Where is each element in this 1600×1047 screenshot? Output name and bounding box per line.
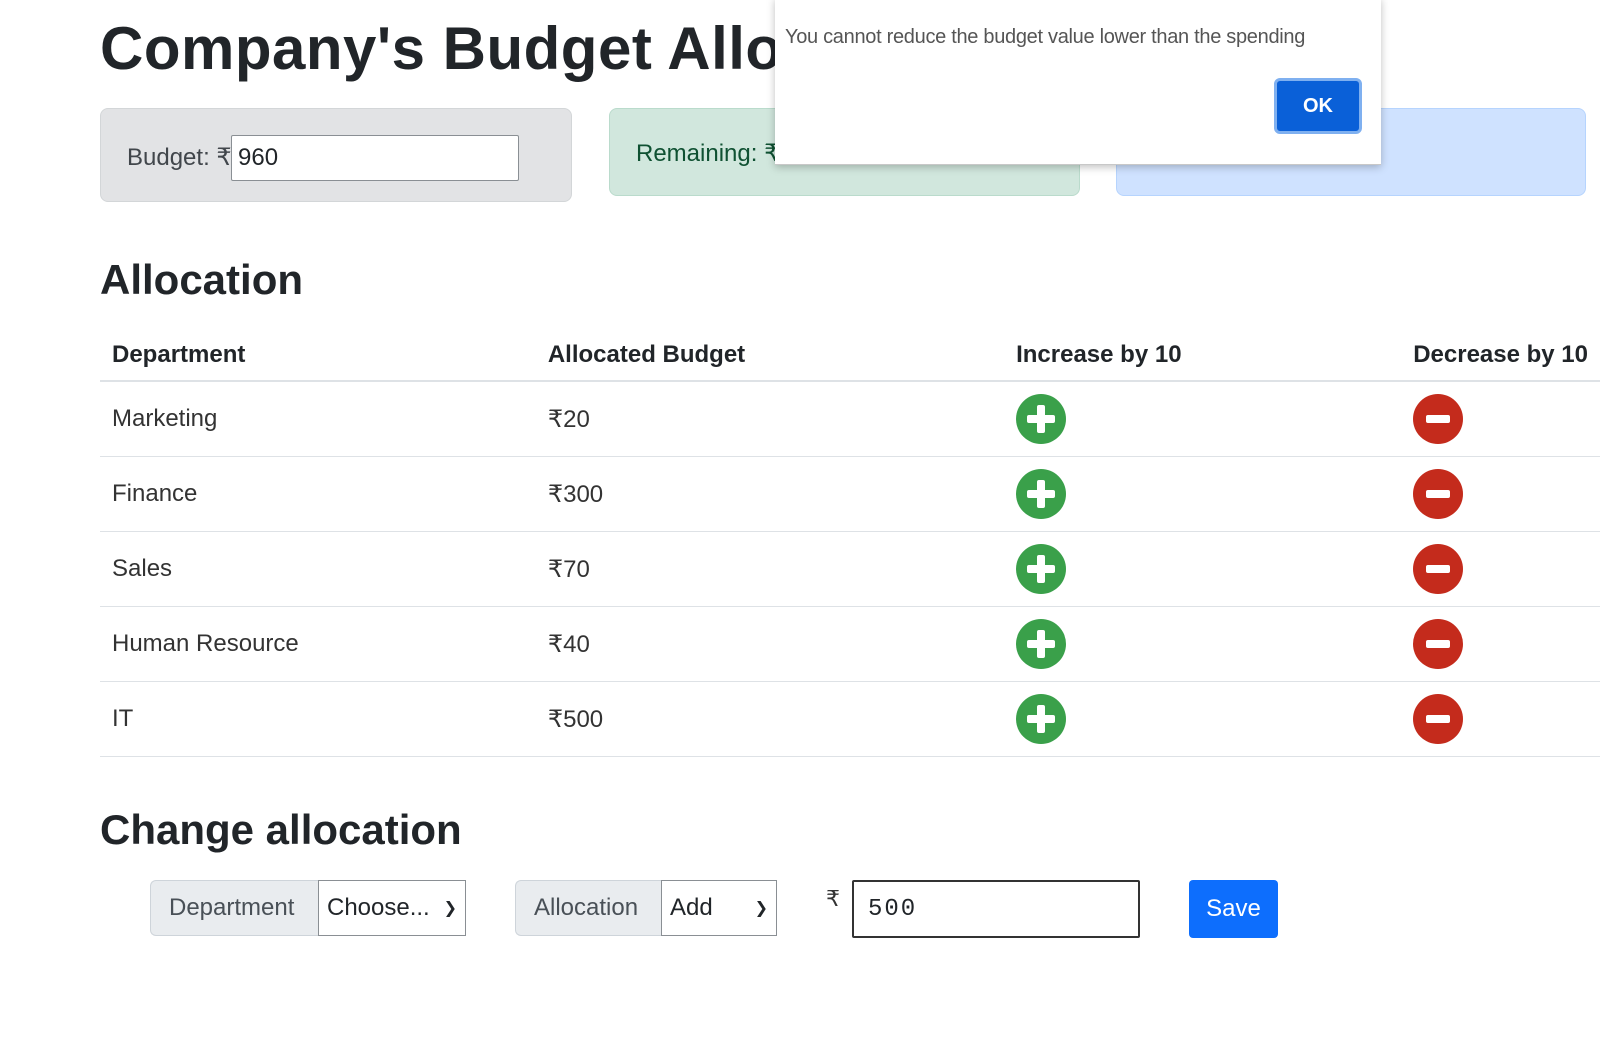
- allocation-heading: Allocation: [100, 256, 304, 303]
- minus-circle-icon[interactable]: [1413, 544, 1464, 594]
- plus-circle-icon[interactable]: [1016, 469, 1067, 519]
- decrease-cell: [1401, 681, 1600, 757]
- budget-card: Budget: ₹: [100, 108, 572, 202]
- column-header-allocated-budget: Allocated Budget: [535, 330, 1005, 382]
- allocated-budget-cell: ₹40: [535, 606, 1005, 682]
- increase-cell: [1004, 606, 1402, 682]
- save-button[interactable]: Save: [1189, 880, 1278, 938]
- decrease-cell: [1401, 381, 1600, 457]
- amount-input[interactable]: [852, 880, 1140, 938]
- department-input-group: Department Choose... ❯: [150, 880, 466, 936]
- allocation-select-value: Add: [670, 894, 713, 921]
- remaining-label: Remaining: ₹: [636, 140, 780, 167]
- column-header-decrease: Decrease by 10: [1401, 330, 1600, 382]
- table-row: Marketing ₹20: [100, 381, 1600, 457]
- alert-dialog: You cannot reduce the budget value lower…: [775, 0, 1381, 165]
- increase-cell: [1004, 381, 1402, 457]
- table-row: IT ₹500: [100, 681, 1600, 757]
- budget-input[interactable]: [231, 135, 519, 181]
- chevron-down-icon: ❯: [754, 900, 768, 917]
- plus-circle-icon[interactable]: [1016, 394, 1067, 444]
- department-label: Department: [150, 880, 318, 936]
- alert-ok-button[interactable]: OK: [1274, 78, 1362, 134]
- alert-message: You cannot reduce the budget value lower…: [785, 26, 1306, 48]
- allocated-budget-cell: ₹500: [535, 681, 1005, 757]
- column-header-department: Department: [100, 330, 536, 382]
- decrease-cell: [1401, 456, 1600, 532]
- department-select[interactable]: Choose... ❯: [318, 880, 466, 936]
- increase-cell: [1004, 531, 1402, 607]
- allocation-label: Allocation: [515, 880, 661, 936]
- decrease-cell: [1401, 606, 1600, 682]
- allocation-table: Department Allocated Budget Increase by …: [100, 330, 1600, 757]
- allocated-budget-cell: ₹300: [535, 456, 1005, 532]
- budget-label: Budget: ₹: [127, 144, 232, 171]
- plus-circle-icon[interactable]: [1016, 694, 1067, 744]
- increase-cell: [1004, 681, 1402, 757]
- allocation-select[interactable]: Add ❯: [661, 880, 777, 936]
- minus-circle-icon[interactable]: [1413, 469, 1464, 519]
- department-cell: Marketing: [100, 381, 536, 457]
- budget-app: Company's Budget Allocation Budget: ₹ Re…: [0, 0, 1600, 1047]
- column-header-increase: Increase by 10: [1004, 330, 1402, 382]
- decrease-cell: [1401, 531, 1600, 607]
- table-row: Sales ₹70: [100, 531, 1600, 607]
- minus-circle-icon[interactable]: [1413, 394, 1464, 444]
- department-cell: Sales: [100, 531, 536, 607]
- table-header-row: Department Allocated Budget Increase by …: [100, 330, 1600, 382]
- allocated-budget-cell: ₹20: [535, 381, 1005, 457]
- minus-circle-icon[interactable]: [1413, 694, 1464, 744]
- increase-cell: [1004, 456, 1402, 532]
- chevron-down-icon: ❯: [443, 900, 457, 917]
- plus-circle-icon[interactable]: [1016, 544, 1067, 594]
- table-row: Finance ₹300: [100, 456, 1600, 532]
- allocated-budget-cell: ₹70: [535, 531, 1005, 607]
- department-select-value: Choose...: [327, 894, 430, 921]
- department-cell: IT: [100, 681, 536, 757]
- plus-circle-icon[interactable]: [1016, 619, 1067, 669]
- department-cell: Finance: [100, 456, 536, 532]
- currency-symbol: ₹: [826, 886, 840, 911]
- change-allocation-heading: Change allocation: [100, 806, 462, 853]
- allocation-input-group: Allocation Add ❯: [515, 880, 777, 936]
- department-cell: Human Resource: [100, 606, 536, 682]
- minus-circle-icon[interactable]: [1413, 619, 1464, 669]
- table-row: Human Resource ₹40: [100, 606, 1600, 682]
